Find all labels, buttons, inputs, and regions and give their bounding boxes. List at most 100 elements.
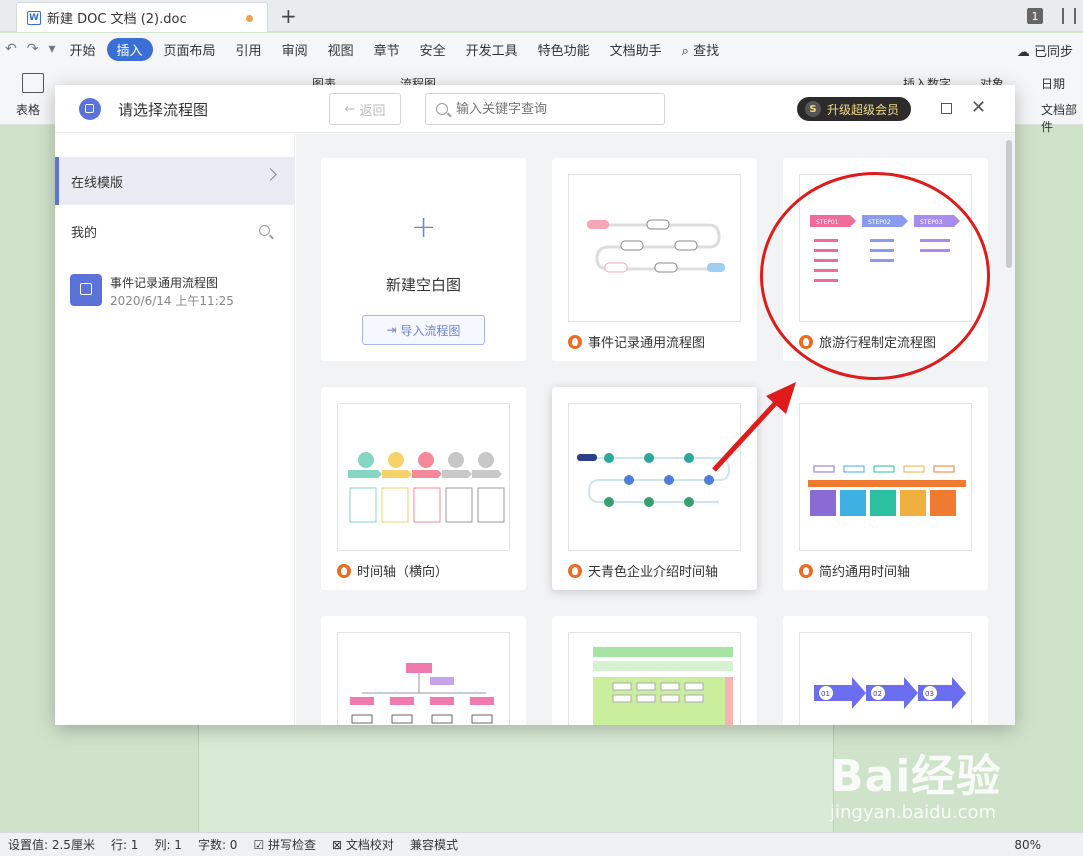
new-blank-label: 新建空白图 — [385, 276, 461, 294]
template-card[interactable]: 时间轴（横向） — [321, 387, 526, 590]
flame-icon — [337, 563, 351, 578]
maximize-icon[interactable] — [941, 103, 952, 114]
menu-view[interactable]: 视图 — [319, 38, 363, 61]
menu-features[interactable]: 特色功能 — [529, 38, 599, 61]
undo-icon[interactable]: ↶ — [0, 41, 22, 57]
arrow-step-label: 02 — [873, 690, 882, 698]
template-card[interactable]: 事件记录通用流程图 — [552, 158, 757, 361]
zoom-level[interactable]: 80% — [1014, 838, 1041, 852]
template-title-text: 时间轴（横向） — [357, 565, 449, 580]
dialog-header: 请选择流程图 ← 返回 S 升级超级会员 ✕ — [55, 85, 1015, 133]
dialog-title: 请选择流程图 — [118, 101, 209, 119]
vip-label: 升级超级会员 — [827, 102, 900, 117]
template-card[interactable] — [321, 616, 526, 725]
template-title: 天青色企业介绍时间轴 — [568, 561, 718, 580]
template-thumbnail — [568, 174, 741, 322]
new-tab-button[interactable]: + — [280, 4, 297, 28]
menu-developer[interactable]: 开发工具 — [457, 38, 527, 61]
baidu-watermark: Bai经验 jingyan.baidu.com — [830, 740, 1070, 832]
table-label[interactable]: 表格 — [16, 101, 40, 118]
table-icon[interactable] — [22, 73, 44, 93]
menu-find-label: 查找 — [693, 43, 720, 59]
flowchart-file-icon — [70, 274, 102, 306]
template-title: 事件记录通用流程图 — [568, 332, 705, 351]
flow-thumb-graphic — [587, 219, 725, 273]
chevron-right-icon — [264, 168, 277, 181]
menu-page-layout[interactable]: 页面布局 — [155, 38, 225, 61]
upgrade-vip-button[interactable]: S 升级超级会员 — [797, 97, 911, 121]
status-column: 列: 1 — [154, 838, 182, 852]
back-button[interactable]: ← 返回 — [329, 93, 401, 125]
date-label[interactable]: 日期 — [1041, 75, 1065, 92]
redo-icon[interactable]: ↷ — [22, 41, 44, 57]
simple-timeline-thumb-graphic — [808, 465, 966, 516]
template-card[interactable]: 01 02 03 — [783, 616, 988, 725]
status-word-count[interactable]: 字数: 0 — [190, 836, 246, 853]
vip-badge-icon: S — [805, 101, 821, 117]
template-card[interactable] — [552, 616, 757, 725]
window-layout-icon[interactable] — [1062, 8, 1076, 24]
close-icon[interactable]: ✕ — [971, 97, 986, 118]
word-doc-icon: W — [27, 10, 41, 25]
import-icon: ⇥ — [386, 323, 401, 337]
recent-file-item[interactable]: 事件记录通用流程图 2020/6/14 上午11:25 — [70, 274, 280, 310]
menu-security[interactable]: 安全 — [411, 38, 455, 61]
spell-check-icon: ☑ — [253, 838, 269, 852]
document-tab-title: 新建 DOC 文档 (2).doc — [47, 12, 187, 27]
annotation-arrow — [712, 382, 796, 472]
quick-access-dropdown-icon[interactable]: ▾ — [43, 41, 60, 57]
sidebar-item-label: 在线模版 — [71, 175, 124, 191]
import-flowchart-button[interactable]: ⇥ 导入流程图 — [362, 315, 485, 345]
dialog-sidebar: 在线模版 我的 事件记录通用流程图 2020/6/14 上午11:25 — [55, 134, 295, 725]
proofread-icon: ⊠ — [332, 838, 346, 852]
flame-icon — [568, 563, 582, 578]
menu-doc-assistant[interactable]: 文档助手 — [601, 38, 671, 61]
proofread-button[interactable]: ⊠ 文档校对 — [324, 836, 402, 853]
org-chart-thumb-graphic — [350, 663, 494, 724]
flowchart-logo-icon — [79, 98, 101, 120]
recent-file-date: 2020/6/14 上午11:25 — [110, 294, 234, 308]
template-card[interactable]: 简约通用时间轴 — [783, 387, 988, 590]
document-tab[interactable]: W 新建 DOC 文档 (2).doc — [16, 2, 268, 32]
menu-references[interactable]: 引用 — [227, 38, 271, 61]
menu-bar: ↶ ↷ ▾ 开始 插入 页面布局 引用 审阅 视图 章节 安全 开发工具 特色功… — [0, 33, 1083, 65]
template-search[interactable] — [425, 93, 665, 125]
plus-icon: + — [411, 210, 437, 245]
flame-icon — [568, 334, 582, 349]
template-title-text: 事件记录通用流程图 — [588, 336, 706, 351]
highlight-ellipse — [760, 172, 990, 380]
template-thumbnail — [799, 403, 972, 551]
menu-section[interactable]: 章节 — [365, 38, 409, 61]
template-thumbnail: 01 02 03 — [799, 632, 972, 725]
sync-status[interactable]: ☁ 已同步 — [1017, 41, 1073, 60]
search-input[interactable] — [456, 101, 646, 117]
import-label: 导入流程图 — [400, 323, 461, 338]
spell-check-button[interactable]: ☑ 拼写检查 — [245, 836, 324, 853]
recent-file-name: 事件记录通用流程图 — [110, 276, 219, 290]
template-thumbnail — [568, 632, 741, 725]
watermark-url: jingyan.baidu.com — [830, 802, 997, 823]
arrow-step-label: 03 — [925, 690, 934, 698]
gallery-scrollbar[interactable] — [1006, 140, 1012, 268]
template-title-text: 天青色企业介绍时间轴 — [588, 565, 719, 580]
search-icon — [436, 103, 448, 115]
sidebar-item-mine[interactable]: 我的 — [71, 222, 97, 241]
watermark-brand: Bai经验 — [830, 751, 1002, 802]
doc-parts-label[interactable]: 文档部件 — [1041, 101, 1083, 135]
sidebar-item-online-templates[interactable]: 在线模版 — [55, 157, 295, 205]
compat-mode: 兼容模式 — [409, 838, 458, 852]
flame-icon — [799, 563, 813, 578]
search-icon[interactable] — [259, 225, 270, 236]
menu-find[interactable]: ⌕ 查找 — [673, 38, 728, 61]
menu-review[interactable]: 审阅 — [273, 38, 317, 61]
spell-check-label: 拼写检查 — [268, 838, 317, 852]
status-bar: 设置值: 2.5厘米 行: 1 列: 1 字数: 0 ☑ 拼写检查 ⊠ 文档校对… — [0, 832, 1083, 856]
timeline-thumb-graphic — [348, 452, 505, 523]
menu-insert[interactable]: 插入 — [106, 37, 153, 61]
status-setting-value[interactable]: 设置值: 2.5厘米 — [0, 836, 103, 853]
cloud-icon: ☁ — [1016, 45, 1030, 60]
window-count-badge[interactable]: 1 — [1027, 8, 1043, 24]
menu-home[interactable]: 开始 — [61, 38, 105, 61]
new-blank-card[interactable]: + 新建空白图 ⇥ 导入流程图 — [321, 158, 526, 361]
template-title: 简约通用时间轴 — [799, 561, 910, 580]
